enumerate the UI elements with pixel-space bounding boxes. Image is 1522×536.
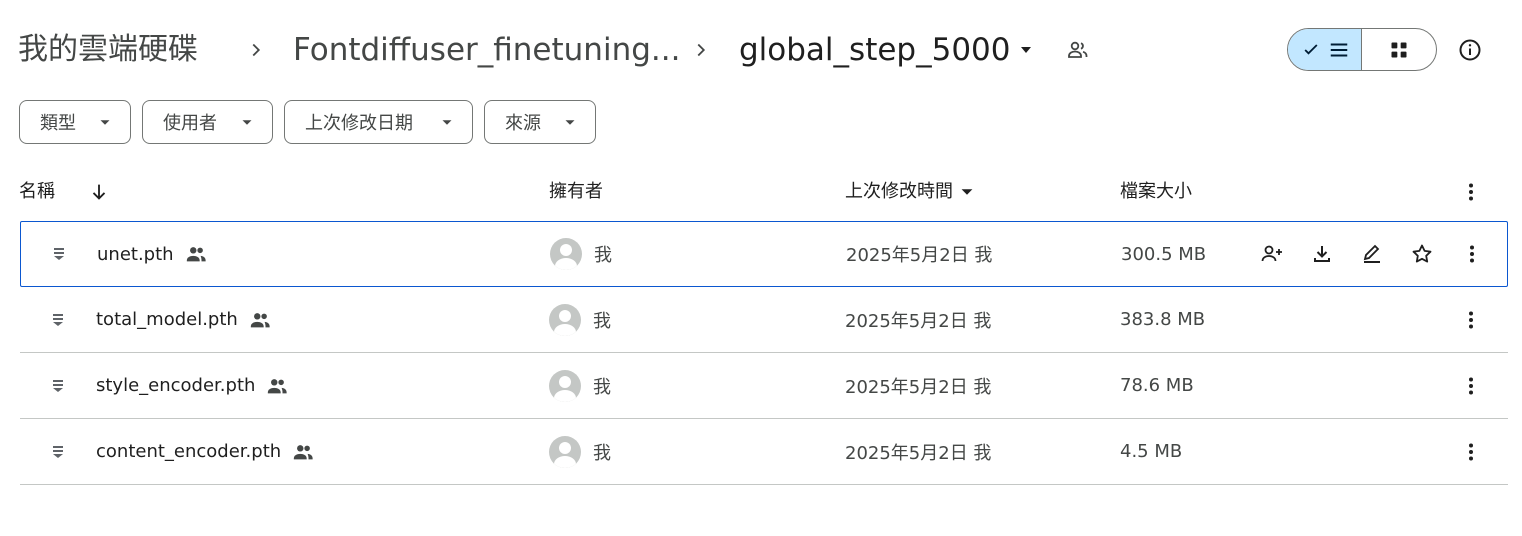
rename-pencil-icon[interactable]: [1360, 242, 1384, 266]
binary-file-icon: [50, 419, 66, 484]
more-vert-icon[interactable]: [1459, 419, 1483, 484]
owner-text: 我: [593, 310, 611, 332]
grid-icon: [1387, 38, 1411, 62]
file-name[interactable]: style_encoder.pth: [96, 353, 289, 418]
file-name[interactable]: content_encoder.pth: [96, 419, 315, 484]
grid-view-button[interactable]: [1362, 29, 1436, 70]
info-icon[interactable]: [1458, 38, 1482, 62]
caret-down-icon: [955, 180, 979, 204]
owner-text: 我: [594, 245, 612, 266]
caret-down-icon: [438, 113, 456, 136]
filter-modified-chip[interactable]: 上次修改日期: [284, 100, 473, 144]
owner-cell: 我: [549, 287, 611, 352]
filter-type-chip[interactable]: 類型: [19, 100, 131, 144]
owner-cell: 我: [549, 353, 611, 418]
file-name[interactable]: unet.pth: [97, 222, 208, 286]
filter-modified-label: 上次修改日期: [305, 113, 413, 134]
owner-cell: 我: [549, 419, 611, 484]
file-size: 78.6 MB: [1120, 375, 1194, 396]
star-icon[interactable]: [1410, 242, 1434, 266]
modified-date: 2025年5月2日 我: [846, 245, 993, 266]
shared-people-icon[interactable]: [1066, 38, 1090, 62]
avatar: [549, 369, 581, 402]
caret-down-icon[interactable]: [1016, 40, 1036, 60]
share-person-add-icon[interactable]: [1260, 242, 1284, 266]
avatar: [550, 238, 582, 270]
table-row[interactable]: unet.pth 我 2025年5月2日 我 300.5 MB: [20, 221, 1508, 287]
binary-file-icon: [51, 222, 67, 286]
owner-cell: 我: [550, 222, 612, 286]
filter-user-label: 使用者: [163, 113, 217, 134]
view-toggle: [1287, 28, 1437, 71]
file-name-text: style_encoder.pth: [96, 375, 256, 396]
table-row[interactable]: style_encoder.pth 我 2025年5月2日 我 78.6 MB: [20, 353, 1508, 419]
binary-file-icon: [50, 353, 66, 418]
table-row[interactable]: content_encoder.pth 我 2025年5月2日 我 4.5 MB: [20, 419, 1508, 485]
column-header-name[interactable]: 名稱: [19, 180, 55, 204]
arrow-down-icon[interactable]: [88, 180, 110, 208]
chevron-right-icon: [245, 38, 267, 62]
column-header-size: 檔案大小: [1120, 181, 1192, 202]
more-vert-icon[interactable]: [1459, 353, 1483, 418]
more-vert-icon[interactable]: [1460, 222, 1484, 286]
table-row[interactable]: total_model.pth 我 2025年5月2日 我 383.8 MB: [20, 287, 1508, 353]
download-icon[interactable]: [1310, 242, 1334, 266]
modified-date: 2025年5月2日 我: [845, 310, 992, 332]
caret-down-icon: [96, 113, 114, 136]
more-vert-icon[interactable]: [1459, 287, 1483, 352]
filter-source-label: 來源: [505, 113, 541, 134]
column-header-owner: 擁有者: [549, 181, 603, 202]
list-icon: [1327, 38, 1351, 62]
file-size: 383.8 MB: [1120, 309, 1206, 330]
shared-people-icon: [291, 440, 315, 464]
chevron-right-icon: [690, 38, 712, 62]
filter-user-chip[interactable]: 使用者: [142, 100, 273, 144]
binary-file-icon: [50, 287, 66, 352]
breadcrumb-root[interactable]: 我的雲端硬碟: [18, 28, 198, 72]
filter-source-chip[interactable]: 來源: [484, 100, 596, 144]
check-icon: [1299, 38, 1323, 62]
caret-down-icon: [238, 113, 256, 136]
file-name-text: total_model.pth: [96, 309, 238, 330]
breadcrumb-parent[interactable]: Fontdiffuser_finetuning...: [293, 28, 680, 72]
file-name[interactable]: total_model.pth: [96, 287, 272, 352]
column-header-modified-label: 上次修改時間: [845, 181, 953, 202]
file-size: 4.5 MB: [1120, 441, 1183, 462]
owner-text: 我: [593, 376, 611, 398]
file-name-text: unet.pth: [97, 243, 174, 265]
more-vert-icon[interactable]: [1459, 180, 1483, 208]
owner-text: 我: [593, 442, 611, 464]
avatar: [549, 303, 581, 336]
column-header-modified[interactable]: 上次修改時間: [845, 180, 979, 204]
avatar: [549, 435, 581, 468]
shared-people-icon: [265, 374, 289, 398]
filter-type-label: 類型: [40, 113, 76, 134]
header: 我的雲端硬碟 Fontdiffuser_finetuning... global…: [0, 0, 1522, 100]
file-name-text: content_encoder.pth: [96, 441, 282, 462]
shared-people-icon: [184, 242, 208, 266]
caret-down-icon: [561, 113, 579, 136]
breadcrumb-current[interactable]: global_step_5000: [739, 28, 1011, 72]
modified-date: 2025年5月2日 我: [845, 442, 992, 464]
list-view-button[interactable]: [1288, 29, 1362, 70]
shared-people-icon: [248, 308, 272, 332]
modified-date: 2025年5月2日 我: [845, 376, 992, 398]
file-size: 300.5 MB: [1121, 243, 1207, 265]
row-quick-actions: [1260, 222, 1434, 286]
